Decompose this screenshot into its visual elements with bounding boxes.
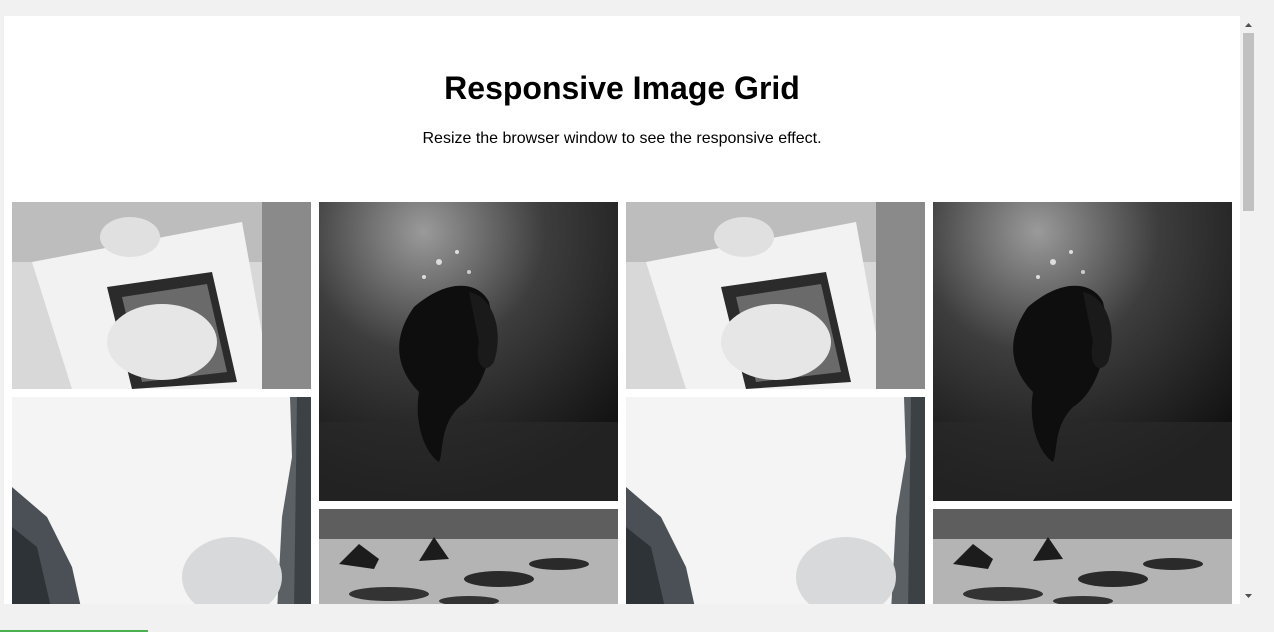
page-frame: Responsive Image Grid Resize the browser… <box>4 16 1240 604</box>
grid-column-4 <box>933 202 1232 604</box>
grid-column-1 <box>12 202 311 604</box>
rocky-beach-image <box>319 509 618 604</box>
rocky-beach-image <box>933 509 1232 604</box>
wedding-car-image <box>12 202 311 389</box>
page-subtitle: Resize the browser window to see the res… <box>422 130 822 147</box>
foggy-cliffs-image <box>12 397 311 604</box>
image-grid <box>12 202 1232 604</box>
grid-column-3 <box>626 202 925 604</box>
foggy-cliffs-image <box>626 397 925 604</box>
scroll-up-arrow-icon[interactable] <box>1240 16 1257 33</box>
scrollbar-thumb[interactable] <box>1243 33 1254 211</box>
wedding-car-image <box>626 202 925 389</box>
grid-column-2 <box>319 202 618 604</box>
underwater-person-image <box>319 202 618 501</box>
header: Responsive Image Grid Resize the browser… <box>4 16 1240 149</box>
vertical-scrollbar[interactable] <box>1240 16 1257 604</box>
page-title: Responsive Image Grid <box>444 70 800 106</box>
underwater-person-image <box>933 202 1232 501</box>
scroll-down-arrow-icon[interactable] <box>1240 587 1257 604</box>
